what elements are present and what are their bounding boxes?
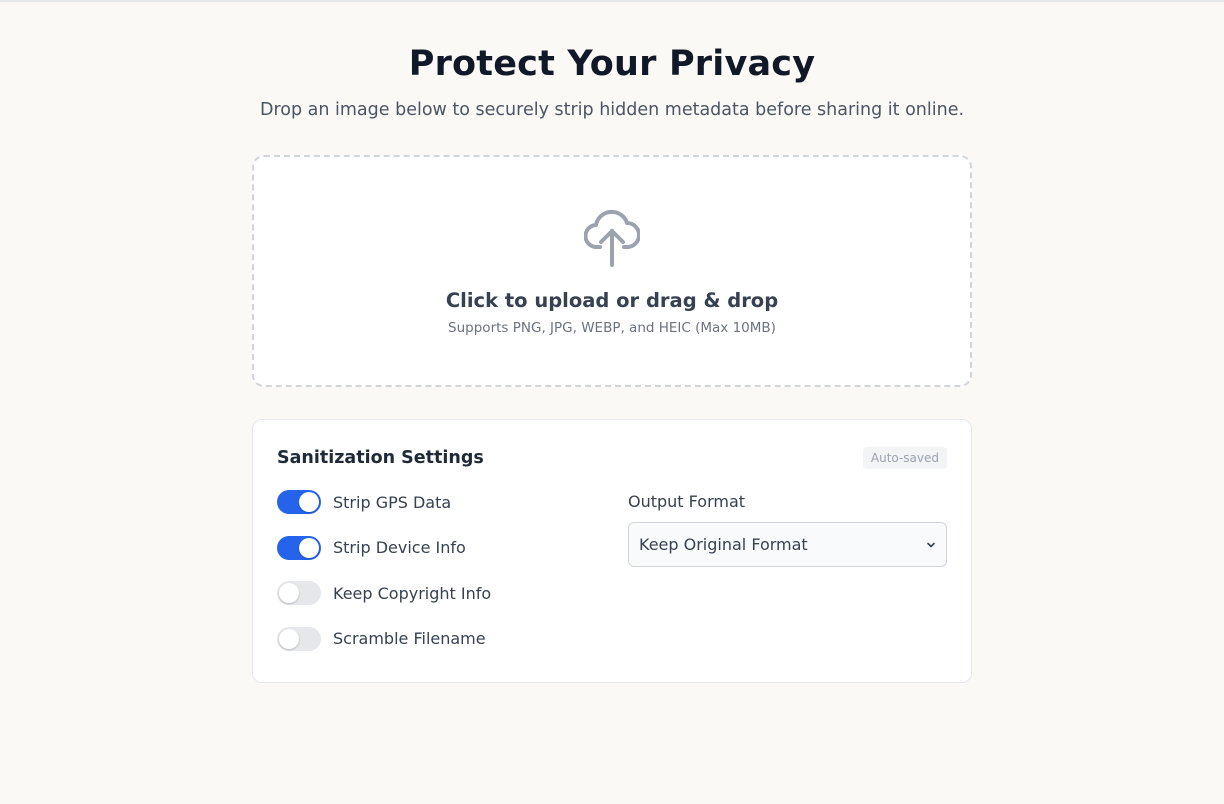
output-format-label: Output Format — [628, 492, 746, 511]
dropzone-title: Click to upload or drag & drop — [445, 289, 779, 312]
toggle-knob — [279, 583, 299, 603]
auto-saved-badge: Auto-saved — [862, 447, 947, 469]
chevron-down-icon — [927, 542, 935, 547]
page-title: Protect Your Privacy — [408, 44, 816, 84]
toggle-switch[interactable] — [277, 626, 321, 651]
output-format-value: Keep Original Format — [639, 535, 808, 554]
dropzone-subtitle: Supports PNG, JPG, WEBP, and HEIC (Max 1… — [448, 320, 776, 336]
toggle-knob — [299, 537, 319, 558]
cloud-upload-icon — [584, 209, 640, 267]
settings-header: Sanitization Settings Auto-saved — [277, 444, 947, 472]
page-subtitle: Drop an image below to securely strip hi… — [259, 100, 965, 120]
toggle-knob — [279, 628, 299, 649]
toggle-strip-gps[interactable]: Strip GPS Data — [277, 490, 628, 514]
toggle-switch[interactable] — [277, 581, 321, 605]
upload-dropzone[interactable]: Click to upload or drag & drop Supports … — [252, 155, 972, 387]
output-format-select[interactable]: Keep Original Format — [628, 522, 947, 567]
toggle-label: Strip Device Info — [333, 538, 466, 557]
toggle-list: Strip GPS Data Strip Device Info Keep Co… — [277, 490, 628, 672]
settings-body: Strip GPS Data Strip Device Info Keep Co… — [277, 490, 947, 672]
toggle-switch[interactable] — [277, 535, 321, 560]
toggle-label: Scramble Filename — [333, 629, 486, 648]
toggle-switch[interactable] — [277, 490, 321, 514]
toggle-keep-copyright[interactable]: Keep Copyright Info — [277, 581, 628, 605]
toggle-scramble-filename[interactable]: Scramble Filename — [277, 626, 628, 651]
page: Protect Your Privacy Drop an image below… — [252, 2, 972, 683]
settings-title: Sanitization Settings — [277, 448, 484, 468]
toggle-knob — [299, 492, 319, 512]
toggle-label: Strip GPS Data — [333, 492, 452, 512]
settings-panel: Sanitization Settings Auto-saved Strip G… — [252, 419, 972, 683]
toggle-label: Keep Copyright Info — [333, 583, 492, 603]
output-format-group: Output Format Keep Original Format — [628, 490, 947, 672]
toggle-strip-device[interactable]: Strip Device Info — [277, 535, 628, 560]
